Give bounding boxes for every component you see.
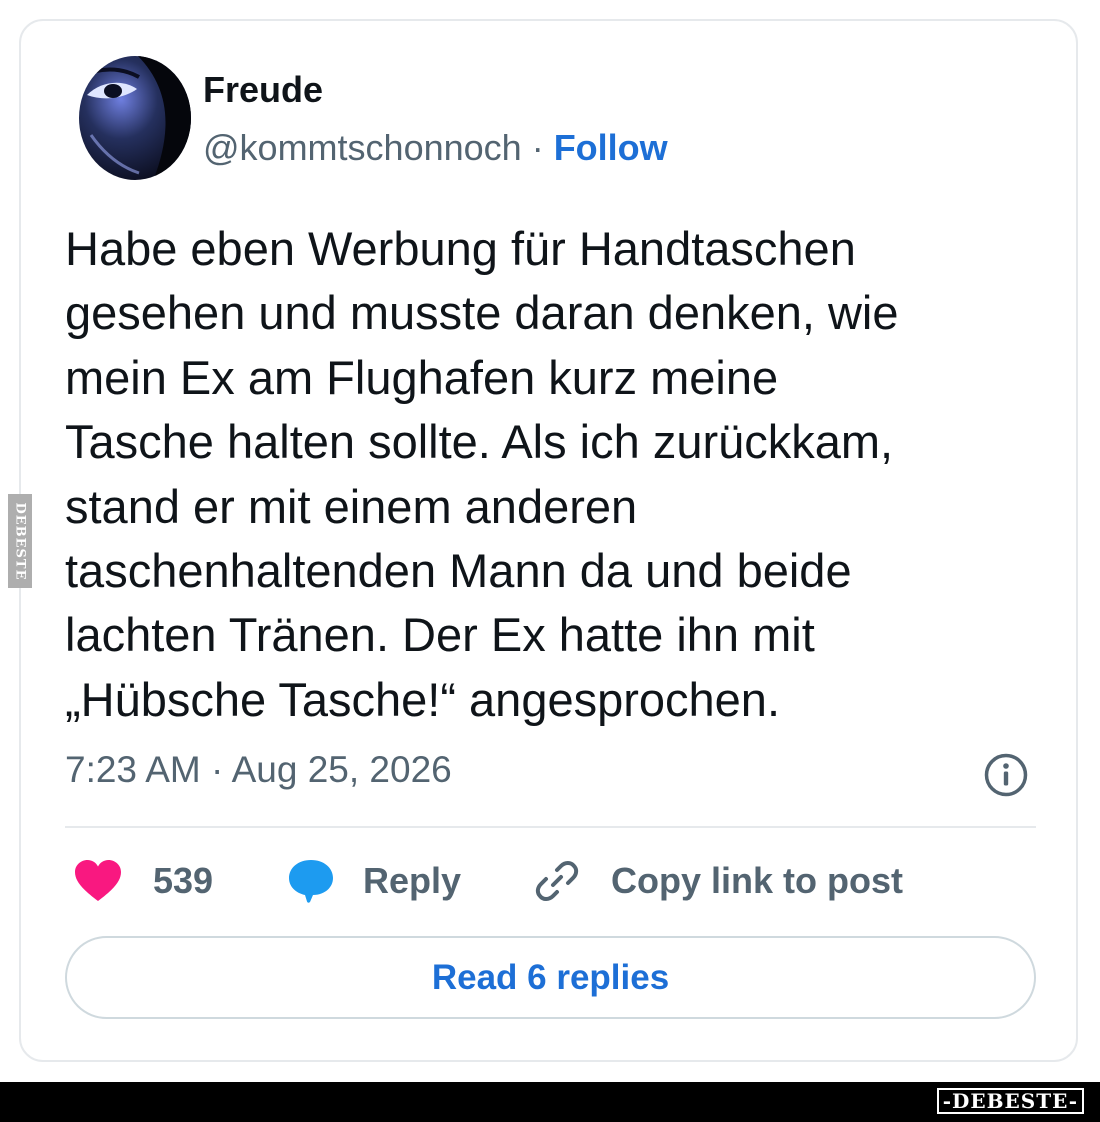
copy-link-button[interactable]: Copy link to post	[533, 851, 903, 911]
follow-link[interactable]: Follow	[554, 127, 668, 168]
info-icon[interactable]	[983, 752, 1029, 798]
like-count: 539	[153, 860, 214, 901]
footer-logo[interactable]: -DEBESTE-	[936, 1088, 1084, 1114]
author-handle[interactable]: @kommtschonnoch	[203, 127, 522, 168]
divider	[65, 826, 1036, 828]
author-name[interactable]: Freude	[203, 69, 323, 111]
side-watermark-text: DEBESTE	[12, 501, 28, 581]
read-replies-button[interactable]: Read 6 replies	[65, 936, 1036, 1019]
footer-bar: -DEBESTE-	[0, 1082, 1100, 1122]
link-icon	[535, 861, 579, 901]
reply-button[interactable]: Reply	[287, 851, 461, 911]
avatar[interactable]	[77, 55, 193, 181]
reply-bubble-icon	[289, 860, 333, 903]
tweet-text: Habe eben Werbung für Handtaschen gesehe…	[65, 222, 899, 726]
author-handle-row: @kommtschonnoch · Follow	[203, 127, 668, 169]
reply-label: Reply	[363, 860, 462, 901]
copy-link-label: Copy link to post	[611, 860, 903, 901]
side-watermark: DEBESTE	[8, 494, 32, 588]
tweet-card: Freude @kommtschonnoch · Follow Habe ebe…	[19, 19, 1078, 1062]
like-button[interactable]: 539	[73, 851, 213, 911]
handle-separator: ·	[521, 127, 554, 168]
heart-icon	[75, 860, 121, 901]
tweet-timestamp[interactable]: 7:23 AM · Aug 25, 2026	[65, 749, 452, 791]
action-bar: 539 Reply Copy link to post	[65, 851, 1036, 911]
